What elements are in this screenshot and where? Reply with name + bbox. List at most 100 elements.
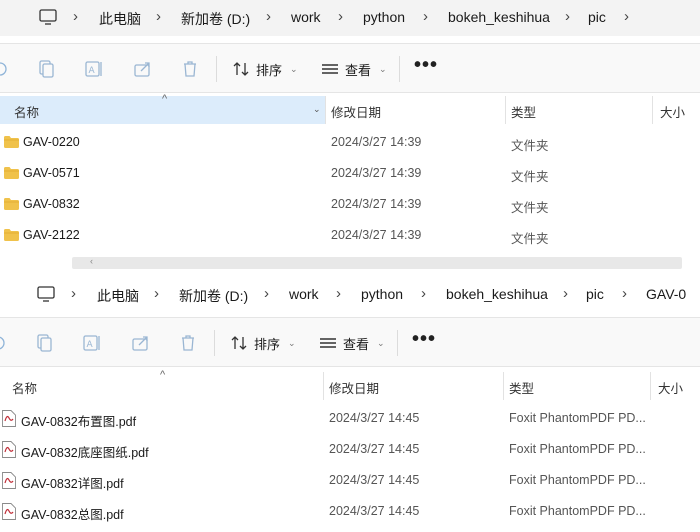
breadcrumb-item[interactable]: bokeh_keshihua bbox=[446, 286, 548, 302]
horizontal-scrollbar[interactable]: ‹ bbox=[72, 256, 682, 269]
breadcrumb-item[interactable]: bokeh_keshihua bbox=[448, 9, 550, 25]
chevron-right-icon[interactable]: › bbox=[156, 8, 161, 25]
file-type: Foxit PhantomPDF PD... bbox=[509, 504, 646, 518]
chevron-right-icon[interactable]: › bbox=[266, 8, 271, 25]
more-options-button[interactable]: ••• bbox=[412, 328, 436, 351]
file-type: 文件夹 bbox=[511, 170, 549, 184]
breadcrumb-item[interactable]: pic bbox=[588, 9, 606, 25]
breadcrumb-item[interactable]: python bbox=[363, 9, 405, 25]
new-icon[interactable] bbox=[0, 333, 8, 353]
file-name: GAV-2122 bbox=[23, 228, 80, 242]
computer-icon[interactable] bbox=[39, 9, 57, 25]
chevron-right-icon[interactable]: › bbox=[264, 285, 269, 302]
column-divider[interactable] bbox=[505, 96, 506, 124]
chevron-right-icon[interactable]: › bbox=[565, 8, 570, 25]
share-icon[interactable] bbox=[131, 333, 151, 353]
chevron-right-icon[interactable]: › bbox=[423, 8, 428, 25]
list-item[interactable]: GAV-0571 2024/3/27 14:39 文件夹 bbox=[0, 158, 700, 189]
pdf-file-icon bbox=[2, 472, 16, 489]
column-divider[interactable] bbox=[652, 96, 653, 124]
column-divider[interactable] bbox=[325, 96, 326, 124]
chevron-down-icon: ⌄ bbox=[288, 337, 296, 348]
explorer-window-bottom: › 此电脑 › 新加卷 (D:) › work › python › bokeh… bbox=[0, 277, 700, 532]
column-header-name[interactable]: 名称 bbox=[12, 378, 37, 397]
breadcrumb-item[interactable]: 此电脑 bbox=[99, 9, 141, 29]
chevron-right-icon[interactable]: › bbox=[73, 8, 78, 25]
breadcrumb-item[interactable]: 新加卷 (D:) bbox=[179, 286, 248, 306]
sort-button[interactable]: 排序 ⌄ bbox=[230, 332, 296, 354]
delete-icon[interactable] bbox=[180, 59, 200, 79]
list-item[interactable]: GAV-0832底座图纸.pdf 2024/3/27 14:45 Foxit P… bbox=[0, 434, 700, 465]
column-header-type[interactable]: 类型 bbox=[511, 102, 536, 121]
address-bar[interactable]: › 此电脑 › 新加卷 (D:) › work › python › bokeh… bbox=[0, 0, 700, 36]
file-type: 文件夹 bbox=[511, 139, 549, 153]
chevron-right-icon[interactable]: › bbox=[71, 285, 76, 302]
copy-icon[interactable] bbox=[34, 333, 54, 353]
chevron-right-icon[interactable]: › bbox=[622, 285, 627, 302]
file-type: Foxit PhantomPDF PD... bbox=[509, 473, 646, 487]
list-item[interactable]: GAV-0832总图.pdf 2024/3/27 14:45 Foxit Pha… bbox=[0, 496, 700, 527]
sort-label: 排序 bbox=[256, 62, 283, 78]
toolbar-divider bbox=[397, 330, 398, 356]
view-button[interactable]: 查看 ⌄ bbox=[319, 332, 385, 354]
chevron-right-icon[interactable]: › bbox=[154, 285, 159, 302]
rename-icon[interactable]: A bbox=[84, 59, 104, 79]
list-item[interactable]: GAV-0832布置图.pdf 2024/3/27 14:45 Foxit Ph… bbox=[0, 403, 700, 434]
chevron-right-icon[interactable]: › bbox=[421, 285, 426, 302]
file-name: GAV-0832 bbox=[23, 197, 80, 211]
breadcrumb-item[interactable]: 新加卷 (D:) bbox=[181, 9, 250, 29]
chevron-right-icon[interactable]: › bbox=[563, 285, 568, 302]
chevron-right-icon[interactable]: › bbox=[338, 8, 343, 25]
column-header-row: ^ 名称 修改日期 类型 大小 bbox=[0, 369, 700, 400]
column-divider[interactable] bbox=[503, 372, 504, 400]
column-divider[interactable] bbox=[650, 372, 651, 400]
file-date: 2024/3/27 14:45 bbox=[329, 411, 420, 425]
file-name: GAV-0832底座图纸.pdf bbox=[21, 446, 149, 460]
view-button[interactable]: 查看 ⌄ bbox=[321, 58, 387, 80]
chevron-down-icon[interactable]: ⌄ bbox=[313, 104, 321, 115]
breadcrumb-item[interactable]: GAV-0 bbox=[646, 286, 686, 302]
file-date: 2024/3/27 14:39 bbox=[331, 166, 422, 180]
scrollbar-corner bbox=[682, 247, 700, 270]
list-item[interactable]: GAV-0832详图.pdf 2024/3/27 14:45 Foxit Pha… bbox=[0, 465, 700, 496]
rename-icon[interactable]: A bbox=[82, 333, 102, 353]
column-header-date[interactable]: 修改日期 bbox=[329, 378, 379, 397]
column-header-size[interactable]: 大小 bbox=[658, 378, 683, 397]
breadcrumb-item[interactable]: work bbox=[291, 9, 321, 25]
column-header-date[interactable]: 修改日期 bbox=[331, 102, 381, 121]
column-header-size[interactable]: 大小 bbox=[660, 102, 685, 121]
pdf-file-icon bbox=[2, 503, 16, 520]
share-icon[interactable] bbox=[133, 59, 153, 79]
chevron-right-icon[interactable]: › bbox=[624, 8, 629, 25]
chevron-down-icon: ⌄ bbox=[290, 63, 298, 74]
new-icon[interactable] bbox=[0, 59, 10, 79]
chevron-right-icon[interactable]: › bbox=[336, 285, 341, 302]
scroll-left-arrow-icon[interactable]: ‹ bbox=[90, 256, 93, 266]
more-options-button[interactable]: ••• bbox=[414, 54, 438, 77]
list-item[interactable]: GAV-2122 2024/3/27 14:39 文件夹 bbox=[0, 220, 700, 251]
file-date: 2024/3/27 14:39 bbox=[331, 228, 422, 242]
list-item[interactable]: GAV-0832 2024/3/27 14:39 文件夹 bbox=[0, 189, 700, 220]
breadcrumb-item[interactable]: python bbox=[361, 286, 403, 302]
column-divider[interactable] bbox=[323, 372, 324, 400]
folder-icon bbox=[4, 136, 19, 148]
view-list-icon bbox=[322, 64, 338, 74]
computer-icon[interactable] bbox=[37, 286, 55, 302]
command-bar: A 排序 ⌄ 查看 ⌄ ••• bbox=[0, 317, 700, 367]
breadcrumb-item[interactable]: 此电脑 bbox=[97, 286, 139, 306]
view-label: 查看 bbox=[345, 62, 372, 78]
copy-icon[interactable] bbox=[36, 59, 56, 79]
list-item[interactable]: GAV-0220 2024/3/27 14:39 文件夹 bbox=[0, 127, 700, 158]
folder-icon bbox=[4, 167, 19, 179]
breadcrumb-item[interactable]: pic bbox=[586, 286, 604, 302]
breadcrumb-item[interactable]: work bbox=[289, 286, 319, 302]
address-bar[interactable]: › 此电脑 › 新加卷 (D:) › work › python › bokeh… bbox=[0, 277, 700, 313]
column-header-type[interactable]: 类型 bbox=[509, 378, 534, 397]
file-date: 2024/3/27 14:45 bbox=[329, 504, 420, 518]
sort-label: 排序 bbox=[254, 336, 281, 352]
delete-icon[interactable] bbox=[178, 333, 198, 353]
column-header-name[interactable]: 名称 bbox=[14, 102, 39, 121]
sort-button[interactable]: 排序 ⌄ bbox=[232, 58, 298, 80]
sort-icon bbox=[231, 336, 247, 350]
sort-ascending-icon: ^ bbox=[160, 369, 166, 381]
